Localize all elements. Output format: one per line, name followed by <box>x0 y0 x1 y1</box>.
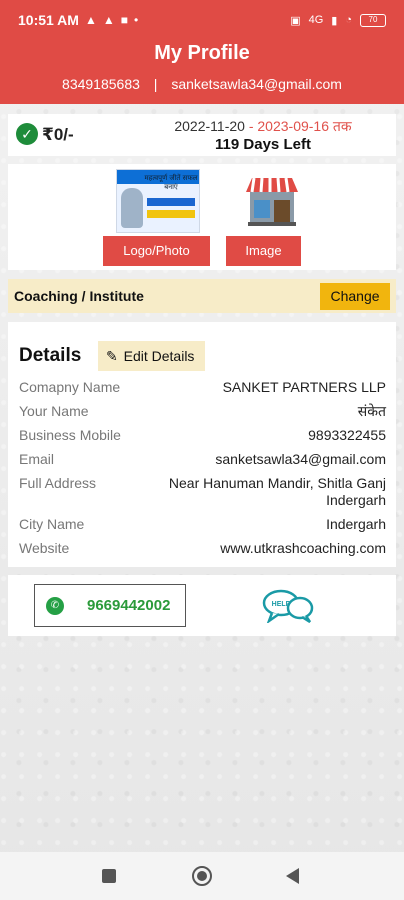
sim-icon: ▣ <box>290 14 301 27</box>
website-label: Website <box>19 540 70 556</box>
company-name-value: SANKET PARTNERS LLP <box>222 379 386 395</box>
logo-thumb-text: महत्वपूर्ण जीतें सफल बनाएं <box>144 174 198 191</box>
recents-icon[interactable] <box>102 869 116 883</box>
header-phone: 8349185683 <box>62 76 140 92</box>
change-category-button[interactable]: Change <box>320 283 390 310</box>
header-contact-line: 8349185683 | sanketsawla34@gmail.com <box>0 76 404 92</box>
website-value: www.utkrashcoaching.com <box>220 540 386 556</box>
plan-price: ₹0/- <box>42 125 74 144</box>
whatsapp-icon: ✆ <box>46 597 64 615</box>
plan-end-date: 2023-09-16 तक <box>257 118 352 134</box>
status-bar: 10:51 AM ▲ ▲ ■ • ▣ 4G ▮ ◔ 70 <box>0 0 404 40</box>
plan-dates: 2022-11-20 - 2023-09-16 तक <box>138 117 388 136</box>
notification-icon: ■ <box>120 13 128 27</box>
details-card: Details ✎ Edit Details Comapny Name SANK… <box>8 322 396 567</box>
shop-icon[interactable] <box>244 174 300 228</box>
plan-days-left: 119 Days Left <box>215 136 311 153</box>
header-email: sanketsawla34@gmail.com <box>171 76 342 92</box>
wifi-icon: ◔ <box>345 14 352 26</box>
warning-icon-2: ▲ <box>102 13 115 27</box>
plan-start-date: 2022-11-20 <box>174 118 245 134</box>
edit-details-label: Edit Details <box>123 348 195 364</box>
image-button[interactable]: Image <box>226 236 301 266</box>
logo-thumb-bar-2 <box>147 210 195 218</box>
network-label: 4G <box>308 14 324 26</box>
full-address-value: Near Hanuman Mandir, Shitla Ganj Inderga… <box>168 475 386 508</box>
plan-card: ✓ ₹0/- 2022-11-20 - 2023-09-16 तक 119 Da… <box>8 114 396 156</box>
category-label: Coaching / Institute <box>14 288 144 304</box>
whatsapp-button[interactable]: ✆ 9669442002 <box>34 584 186 627</box>
help-label: HELP <box>272 601 291 608</box>
logo-thumbnail[interactable]: महत्वपूर्ण जीतें सफल बनाएं <box>116 169 200 233</box>
help-chat-icon[interactable]: HELP <box>262 589 314 623</box>
warning-icon: ▲ <box>84 13 97 27</box>
business-mobile-value: 9893322455 <box>308 427 386 443</box>
business-mobile-label: Business Mobile <box>19 427 121 443</box>
home-icon[interactable] <box>192 866 212 886</box>
your-name-label: Your Name <box>19 403 89 419</box>
status-time: 10:51 AM <box>18 12 79 28</box>
media-card: महत्वपूर्ण जीतें सफल बनाएं Logo/Photo Im… <box>8 164 396 270</box>
edit-details-button[interactable]: ✎ Edit Details <box>98 341 205 371</box>
page-title: My Profile <box>154 42 250 64</box>
details-title: Details <box>19 345 82 366</box>
profile-header: 10:51 AM ▲ ▲ ■ • ▣ 4G ▮ ◔ 70 My Profile … <box>0 0 404 104</box>
whatsapp-number: 9669442002 <box>87 597 171 614</box>
full-address-label: Full Address <box>19 475 97 491</box>
battery-icon: 70 <box>360 13 386 27</box>
logo-thumb-person <box>121 188 143 228</box>
your-name-value: संकेत <box>357 403 386 419</box>
city-name-value: Indergarh <box>326 516 386 532</box>
city-name-label: City Name <box>19 516 85 532</box>
dot-icon: • <box>133 13 139 27</box>
signal-icon: ▮ <box>331 14 338 27</box>
company-name-label: Comapny Name <box>19 379 121 395</box>
category-card: Coaching / Institute Change <box>8 279 396 313</box>
plan-date-separator: - <box>244 118 258 134</box>
email-value: sanketsawla34@gmail.com <box>215 451 386 467</box>
check-circle-icon: ✓ <box>16 123 38 145</box>
logo-photo-button[interactable]: Logo/Photo <box>103 236 210 266</box>
logo-thumb-bar <box>147 198 195 206</box>
system-nav-bar <box>0 852 404 900</box>
pencil-icon: ✎ <box>106 348 118 364</box>
email-label: Email <box>19 451 55 467</box>
header-separator: | <box>153 76 158 92</box>
contact-card: ✆ 9669442002 HELP <box>8 575 396 636</box>
back-icon[interactable] <box>286 868 299 884</box>
